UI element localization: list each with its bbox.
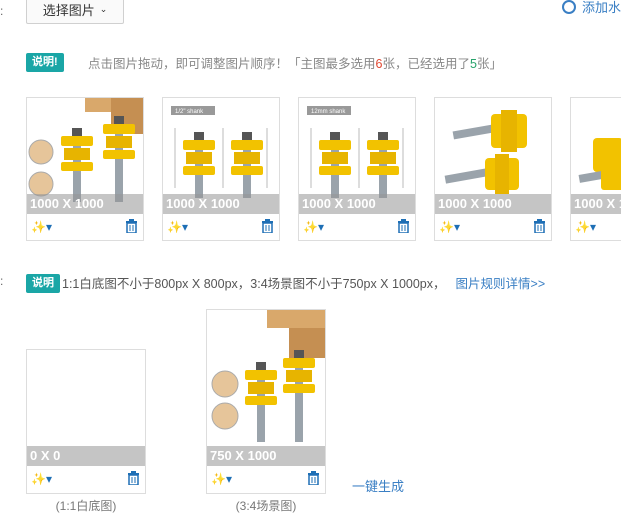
white-bg-caption: (1:1白底图) — [55, 499, 117, 513]
image-size-label: 1000 X 1000 — [435, 194, 551, 214]
image-card-clip: 1000 X 1000 ✨▾ — [570, 97, 621, 241]
image-size-label: 750 X 1000 — [207, 446, 325, 466]
magic-wand-icon[interactable]: ✨▾ — [31, 472, 52, 486]
magic-wand-icon[interactable]: ✨▾ — [211, 472, 232, 486]
add-watermark-label: 添加水 — [582, 0, 621, 15]
select-image-button[interactable]: 选择图片 ⌄ — [26, 0, 124, 24]
scene-caption: (3:4场景图) — [235, 499, 297, 513]
add-watermark-link[interactable]: 添加水 — [562, 0, 621, 16]
image-card[interactable]: 1000 X 1000 ✨▾ — [570, 97, 621, 241]
shank-tag: 12mm shank — [311, 109, 346, 115]
scene-image-card[interactable]: 750 X 1000 ✨▾ — [206, 309, 326, 494]
image-size-label: 1000 X 1000 — [299, 194, 415, 214]
image-size-label: 1000 X 1000 — [27, 194, 143, 214]
circle-icon — [562, 0, 576, 14]
rules-detail-link[interactable]: 图片规则详情>> — [456, 277, 546, 291]
trash-icon[interactable] — [307, 471, 320, 488]
rules-text: 1:1白底图不小于800px X 800px，3:4场景图不小于750px X … — [62, 273, 545, 292]
rules-badge: 说明 — [26, 274, 60, 293]
image-size-label: 1000 X 1000 — [163, 194, 279, 214]
magic-wand-icon[interactable]: ✨▾ — [575, 220, 596, 234]
trash-icon[interactable] — [127, 471, 140, 488]
note-used-count: 5 — [469, 57, 477, 71]
chevron-down-icon: ⌄ — [99, 3, 108, 14]
trash-icon[interactable] — [533, 219, 546, 236]
shank-tag: 1/2" shank — [175, 109, 204, 115]
image-card[interactable]: 1/2" shank 1000 X 1000 ✨▾ — [162, 97, 280, 241]
trash-icon[interactable] — [125, 219, 138, 236]
label-colon: : — [0, 4, 4, 18]
image-size-label: 1000 X 1000 — [571, 194, 621, 214]
note-text: 点击图片拖动，即可调整图片顺序！「主图最多选用6张，已经选用了5张」 — [88, 53, 502, 72]
note-badge: 说明! — [26, 53, 64, 72]
trash-icon[interactable] — [261, 219, 274, 236]
magic-wand-icon[interactable]: ✨▾ — [439, 220, 460, 234]
rules-description: 1:1白底图不小于800px X 800px，3:4场景图不小于750px X … — [62, 277, 446, 291]
image-card[interactable]: 1000 X 1000 ✨▾ — [26, 97, 144, 241]
note-mid: 张，已经选用了 — [382, 57, 470, 71]
magic-wand-icon[interactable]: ✨▾ — [303, 220, 324, 234]
select-image-label: 选择图片 — [42, 2, 95, 18]
note-suffix: 张」 — [476, 57, 502, 71]
product-image — [207, 310, 325, 466]
note-prefix: 点击图片拖动，即可调整图片顺序！「主图最多选用 — [88, 57, 376, 71]
image-card[interactable]: 1000 X 1000 ✨▾ — [434, 97, 552, 241]
image-card[interactable]: 12mm shank 1000 X 1000 ✨▾ — [298, 97, 416, 241]
one-click-generate-link[interactable]: 一键生成 — [352, 476, 404, 495]
label-colon: : — [0, 274, 4, 288]
image-size-label: 0 X 0 — [27, 446, 145, 466]
white-bg-image-card[interactable]: 0 X 0 ✨▾ — [26, 349, 146, 494]
magic-wand-icon[interactable]: ✨▾ — [167, 220, 188, 234]
magic-wand-icon[interactable]: ✨▾ — [31, 220, 52, 234]
trash-icon[interactable] — [397, 219, 410, 236]
